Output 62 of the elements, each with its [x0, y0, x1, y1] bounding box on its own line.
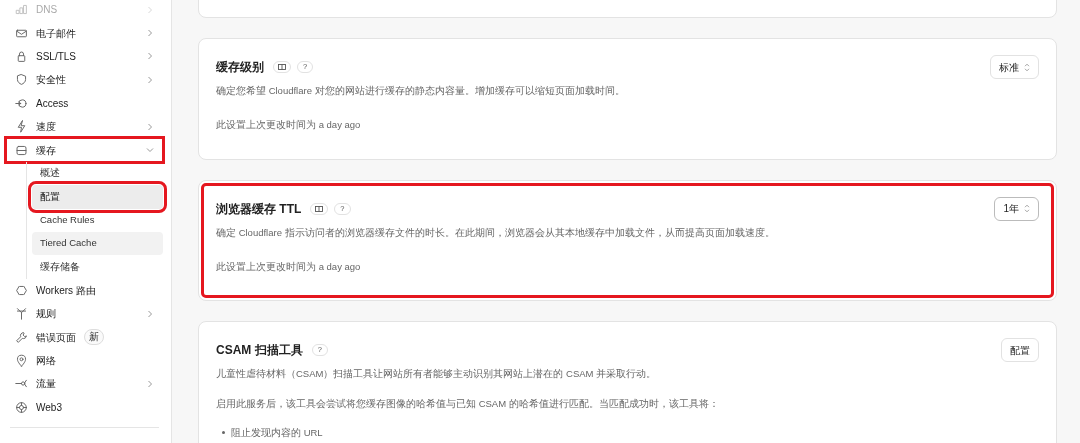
card-description: 确定 Cloudflare 指示访问者的浏览器缓存文件的时长。在此期间，浏览器会从其本地缓存中加载文件，从而提高页面加载速度。 — [216, 225, 776, 240]
bullet-text: 阻止发现内容的 URL — [231, 425, 323, 440]
shield-icon — [15, 73, 28, 87]
card-description: 启用此服务后，该工具会尝试将您缓存图像的哈希值与已知 CSAM 的哈希值进行匹配。当匹配成功时，该工具将： — [216, 397, 720, 412]
item-label: Web3 — [36, 400, 62, 415]
lightning-icon — [15, 120, 28, 134]
last-changed-note: 此设置上次更改时间为 a day ago — [216, 118, 362, 133]
new-badge: 新 — [84, 329, 104, 346]
select-dropdown[interactable]: 标准 — [990, 55, 1039, 79]
item-label: 错误页面 — [36, 330, 76, 345]
wrench-icon — [15, 330, 28, 344]
sidebar-item[interactable]: 错误页面 新 — [6, 325, 163, 349]
chevron-right-icon — [146, 75, 154, 84]
lock-icon — [15, 49, 28, 63]
sidebar-subitem[interactable]: 缓存储备 — [32, 255, 163, 279]
card-title: 缓存级别 — [216, 59, 264, 76]
sidebar-item[interactable]: 安全性 — [6, 68, 163, 92]
sidebar-item[interactable]: SSL/TLS — [6, 44, 163, 69]
item-label: 缓存 — [36, 143, 56, 158]
item-label: 规则 — [36, 307, 56, 322]
sidebar-subitem[interactable]: Tiered Cache — [32, 231, 163, 256]
bullet-icon — [222, 431, 225, 435]
chevron-down-icon — [146, 146, 154, 155]
sign-in-icon — [15, 96, 28, 110]
sidebar-item[interactable]: 缓存 — [6, 138, 163, 162]
sidebar-item[interactable]: Web3 — [6, 395, 163, 420]
item-label: 速度 — [36, 120, 56, 135]
sidebar-item[interactable]: Access — [6, 91, 163, 115]
globe-icon — [15, 400, 28, 414]
configure-button[interactable]: 配置 — [1001, 338, 1039, 362]
bar-chart-icon — [15, 3, 28, 17]
item-label: SSL/TLS — [36, 49, 77, 64]
sidebar-item[interactable]: Workers 路由 — [6, 278, 163, 303]
sidebar-item[interactable]: 网络 — [6, 348, 163, 373]
item-label: 电子邮件 — [36, 26, 76, 41]
item-label: 流量 — [36, 377, 56, 392]
chevron-right-icon — [146, 122, 154, 131]
sidebar-item[interactable]: 速度 — [6, 114, 163, 139]
chevron-right-icon — [146, 52, 154, 61]
sort-arrows-icon — [1024, 62, 1030, 72]
last-changed-note: 此设置上次更改时间为 a day ago — [216, 259, 362, 274]
sidebar-subitem[interactable]: Cache Rules — [32, 208, 163, 232]
chevron-right-icon — [146, 309, 154, 318]
item-label: 安全性 — [36, 73, 66, 88]
sort-arrows-icon — [1024, 204, 1030, 213]
card-description: 儿童性虐待材料（CSAM）扫描工具让网站所有者能够主动识别其网站上潜在的 CSAM 并采取行动。 — [216, 367, 658, 381]
item-label: Workers 路由 — [36, 283, 96, 298]
chevron-right-icon — [146, 379, 154, 388]
card-title: CSAM 扫描工具 — [216, 342, 303, 359]
item-label: 网络 — [36, 354, 56, 369]
item-label: DNS — [36, 3, 58, 18]
card-description: 确定您希望 Cloudflare 对您的网站进行缓存的静态内容量。增加缓存可以缩短页面加载时间。 — [216, 84, 626, 98]
map-pin-icon — [15, 354, 28, 368]
sidebar-item[interactable]: 电子邮件 — [6, 21, 163, 45]
item-label: Access — [36, 96, 69, 111]
sidebar-item[interactable]: 规则 — [6, 302, 163, 326]
chevron-right-icon — [146, 29, 154, 38]
sidebar-item[interactable]: 流量 — [6, 372, 163, 396]
select-dropdown[interactable]: 1年 — [994, 196, 1039, 221]
sidebar-subitem[interactable]: 概述 — [32, 161, 163, 186]
storage-icon — [15, 143, 28, 157]
card-title: 浏览器缓存 TTL — [216, 200, 302, 218]
